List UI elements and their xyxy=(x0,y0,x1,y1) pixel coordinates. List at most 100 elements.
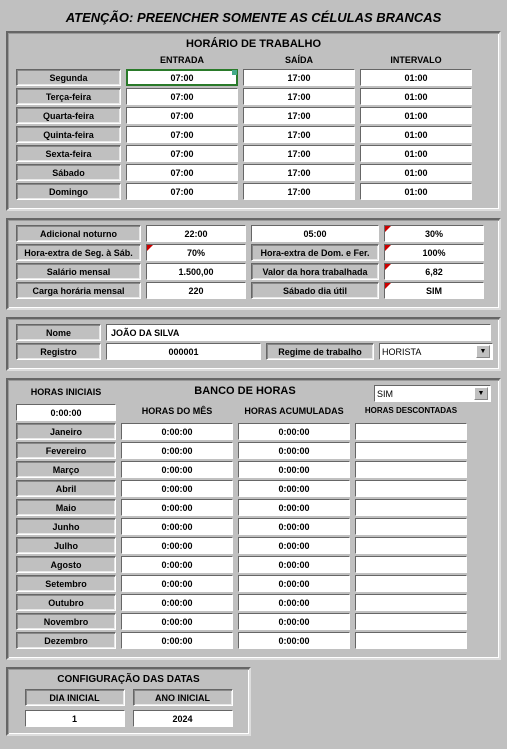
horario-cell[interactable]: 07:00 xyxy=(126,126,238,143)
banco-cell: 0:00:00 xyxy=(238,537,350,554)
hdr-horas-desc: HORAS DESCONTADAS xyxy=(355,404,467,421)
banco-cell[interactable] xyxy=(355,499,467,516)
horario-cell[interactable]: 07:00 xyxy=(126,145,238,162)
banco-cell[interactable] xyxy=(355,537,467,554)
banco-cell: 0:00:00 xyxy=(238,442,350,459)
banco-cell: 0:00:00 xyxy=(121,537,233,554)
day-label: Domingo xyxy=(16,183,121,200)
inp-dia-inicial[interactable]: 1 xyxy=(25,710,125,727)
banco-cell: 0:00:00 xyxy=(121,594,233,611)
horario-cell[interactable]: 17:00 xyxy=(243,107,355,124)
banco-cell: 0:00:00 xyxy=(238,575,350,592)
inp-nome[interactable]: JOÃO DA SILVA xyxy=(106,324,491,341)
banco-cell: 0:00:00 xyxy=(121,556,233,573)
panel-pessoa: Nome JOÃO DA SILVA Registro 000001 Regim… xyxy=(6,317,501,371)
day-label: Sábado xyxy=(16,164,121,181)
horario-cell[interactable]: 01:00 xyxy=(360,126,472,143)
banco-cell: 0:00:00 xyxy=(238,556,350,573)
month-label: Dezembro xyxy=(16,632,116,649)
inp-ano-inicial[interactable]: 2024 xyxy=(133,710,233,727)
banco-cell[interactable] xyxy=(355,594,467,611)
banco-cell: 0:00:00 xyxy=(121,461,233,478)
horario-cell[interactable]: 01:00 xyxy=(360,107,472,124)
config-title: CONFIGURAÇÃO DAS DATAS xyxy=(16,674,241,685)
month-label: Agosto xyxy=(16,556,116,573)
inp-adicional-fim[interactable]: 05:00 xyxy=(251,225,379,242)
panel-extras: Adicional noturno 22:00 05:00 30% Hora-e… xyxy=(6,218,501,310)
inp-registro[interactable]: 000001 xyxy=(106,343,261,360)
banco-cell[interactable] xyxy=(355,613,467,630)
horario-cell[interactable]: 17:00 xyxy=(243,126,355,143)
horario-cell[interactable]: 01:00 xyxy=(360,88,472,105)
month-label: Abril xyxy=(16,480,116,497)
banco-cell[interactable] xyxy=(355,632,467,649)
banco-cell: 0:00:00 xyxy=(121,423,233,440)
hdr-entrada: ENTRADA xyxy=(126,53,238,67)
banco-cell[interactable] xyxy=(355,575,467,592)
inp-adicional-inicio[interactable]: 22:00 xyxy=(146,225,246,242)
lbl-horas-iniciais: HORAS INICIAIS xyxy=(16,385,116,402)
lbl-registro: Registro xyxy=(16,343,101,360)
inp-horas-iniciais[interactable]: 0:00:00 xyxy=(16,404,116,421)
banco-cell: 0:00:00 xyxy=(121,518,233,535)
month-label: Outubro xyxy=(16,594,116,611)
inp-salario[interactable]: 1.500,00 xyxy=(146,263,246,280)
month-label: Julho xyxy=(16,537,116,554)
banco-cell: 0:00:00 xyxy=(121,442,233,459)
month-label: Novembro xyxy=(16,613,116,630)
horario-cell[interactable]: 01:00 xyxy=(360,69,472,86)
banco-cell: 0:00:00 xyxy=(238,518,350,535)
banco-cell[interactable] xyxy=(355,480,467,497)
banco-cell[interactable] xyxy=(355,423,467,440)
inp-carga[interactable]: 220 xyxy=(146,282,246,299)
horario-cell[interactable]: 07:00 xyxy=(126,183,238,200)
banco-cell[interactable] xyxy=(355,518,467,535)
inp-sabado-util[interactable]: SIM xyxy=(384,282,484,299)
sel-banco[interactable]: SIM ▼ xyxy=(374,385,491,402)
banco-cell: 0:00:00 xyxy=(121,480,233,497)
horario-cell[interactable]: 17:00 xyxy=(243,183,355,200)
horario-cell[interactable]: 17:00 xyxy=(243,88,355,105)
banco-cell[interactable] xyxy=(355,442,467,459)
lbl-ano-inicial: ANO INICIAL xyxy=(133,689,233,706)
horario-cell[interactable]: 07:00 xyxy=(126,107,238,124)
month-label: Setembro xyxy=(16,575,116,592)
banco-cell[interactable] xyxy=(355,556,467,573)
horario-cell[interactable]: 01:00 xyxy=(360,145,472,162)
day-label: Terça-feira xyxy=(16,88,121,105)
horario-cell[interactable]: 07:00 xyxy=(126,69,238,86)
hdr-saida: SAÍDA xyxy=(243,53,355,67)
horario-cell[interactable]: 01:00 xyxy=(360,183,472,200)
day-label: Quinta-feira xyxy=(16,126,121,143)
horario-cell[interactable]: 01:00 xyxy=(360,164,472,181)
horario-cell[interactable]: 07:00 xyxy=(126,164,238,181)
inp-he-segsab[interactable]: 70% xyxy=(146,244,246,261)
banco-cell: 0:00:00 xyxy=(238,613,350,630)
banco-cell: 0:00:00 xyxy=(238,461,350,478)
inp-he-domfer[interactable]: 100% xyxy=(384,244,484,261)
month-label: Maio xyxy=(16,499,116,516)
panel-banco: HORAS INICIAIS BANCO DE HORAS SIM ▼ 0:00… xyxy=(6,378,501,660)
banco-cell: 0:00:00 xyxy=(238,480,350,497)
banco-cell: 0:00:00 xyxy=(121,499,233,516)
month-label: Fevereiro xyxy=(16,442,116,459)
banco-cell: 0:00:00 xyxy=(121,632,233,649)
hdr-horas-acum: HORAS ACUMULADAS xyxy=(238,404,350,421)
lbl-he-segsab: Hora-extra de Seg. à Sáb. xyxy=(16,244,141,261)
horario-cell[interactable]: 17:00 xyxy=(243,164,355,181)
hdr-horas-mes: HORAS DO MÊS xyxy=(121,404,233,421)
horario-cell[interactable]: 07:00 xyxy=(126,88,238,105)
inp-adicional-pct[interactable]: 30% xyxy=(384,225,484,242)
horario-cell[interactable]: 17:00 xyxy=(243,69,355,86)
day-label: Sexta-feira xyxy=(16,145,121,162)
page-title: ATENÇÃO: PREENCHER SOMENTE AS CÉLULAS BR… xyxy=(6,6,501,31)
lbl-salario: Salário mensal xyxy=(16,263,141,280)
lbl-nome: Nome xyxy=(16,324,101,341)
inp-valor-hora[interactable]: 6,82 xyxy=(384,263,484,280)
panel-config: CONFIGURAÇÃO DAS DATAS DIA INICIAL ANO I… xyxy=(6,667,251,736)
sel-regime[interactable]: HORISTA ▼ xyxy=(379,343,493,360)
horario-title: HORÁRIO DE TRABALHO xyxy=(16,38,491,50)
horario-cell[interactable]: 17:00 xyxy=(243,145,355,162)
month-label: Janeiro xyxy=(16,423,116,440)
banco-cell[interactable] xyxy=(355,461,467,478)
